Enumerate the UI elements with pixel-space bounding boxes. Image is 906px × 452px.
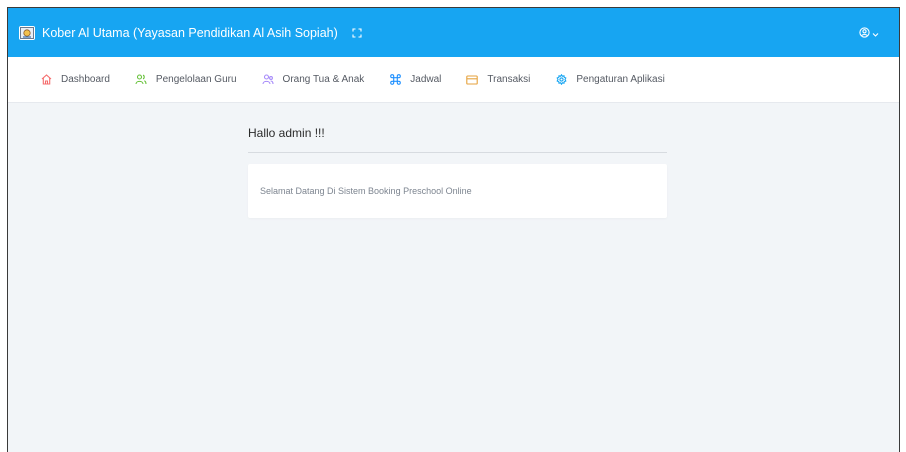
nav-item-transaksi[interactable]: Transaksi [466,74,530,86]
welcome-message: Selamat Datang Di Sistem Booking Prescho… [260,186,472,196]
welcome-card: Selamat Datang Di Sistem Booking Prescho… [248,164,667,218]
nav-label: Pengelolaan Guru [155,74,237,85]
top-bar: Kober Al Utama (Yayasan Pendidikan Al As… [8,8,899,57]
nav-item-pengelolaan-guru[interactable]: Pengelolaan Guru [135,74,237,86]
user-group-icon [261,74,274,86]
nav-label: Jadwal [410,74,442,85]
chevron-down-icon[interactable] [872,25,879,43]
home-icon [40,74,52,86]
page-title: Hallo admin !!! [248,126,325,140]
school-logo-icon[interactable] [19,25,35,40]
app-title: Kober Al Utama (Yayasan Pendidikan Al As… [42,25,338,40]
nav-label: Pengaturan Aplikasi [576,74,665,85]
nav-item-pengaturan-aplikasi[interactable]: Pengaturan Aplikasi [555,74,665,86]
nav-item-jadwal[interactable]: Jadwal [389,74,441,86]
divider [248,152,667,153]
nav-label: Orang Tua & Anak [282,74,365,85]
user-menu[interactable] [859,25,879,43]
nav-item-orang-tua-anak[interactable]: Orang Tua & Anak [261,74,365,86]
main-nav: Dashboard Pengelolaan Guru Orang Tua & A… [8,57,899,103]
nav-label: Transaksi [487,74,531,85]
users-icon [135,74,147,86]
card-icon [466,74,479,86]
main-content: Hallo admin !!! Selamat Datang Di Sistem… [248,103,668,218]
nav-item-dashboard[interactable]: Dashboard [40,74,110,86]
app-window: Kober Al Utama (Yayasan Pendidikan Al As… [7,7,900,452]
command-icon [389,74,401,86]
nav-label: Dashboard [61,74,110,85]
gear-icon [555,74,567,86]
fullscreen-icon[interactable] [352,27,362,38]
user-circle-icon[interactable] [859,25,870,43]
